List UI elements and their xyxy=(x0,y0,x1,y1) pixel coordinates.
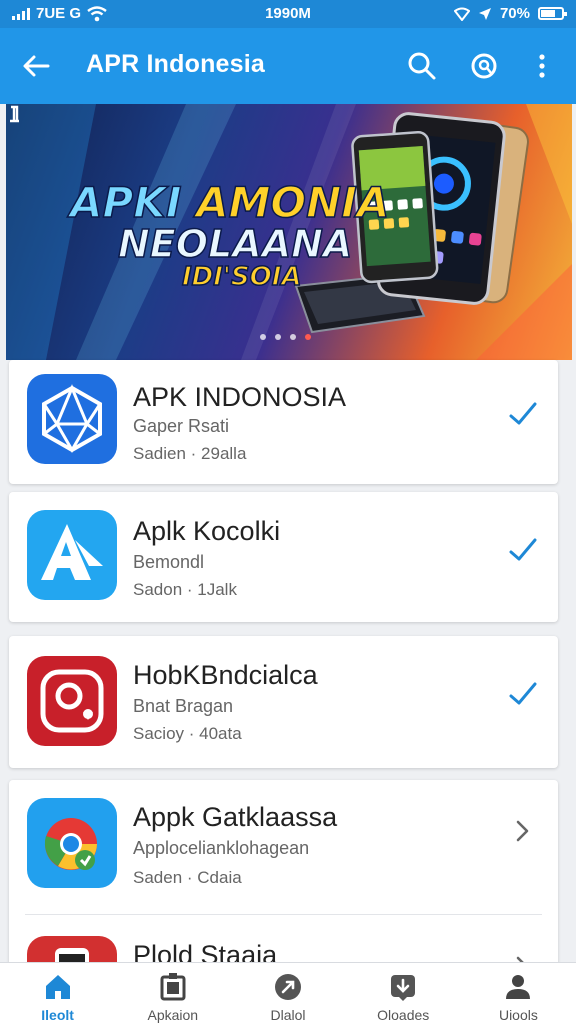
nav-downloads[interactable]: Oloades xyxy=(346,963,461,1024)
nav-apps[interactable]: Apkaion xyxy=(115,963,230,1024)
status-bar: 7UE G 1990M 70% xyxy=(0,0,576,28)
app-meta: Sadon · 1Jalk xyxy=(133,580,237,599)
app-subtitle: Bemondl xyxy=(133,552,205,572)
banner-info-icon[interactable] xyxy=(6,104,24,124)
app-name: Aplk Kocolki xyxy=(133,516,281,546)
more-vert-icon[interactable] xyxy=(522,46,562,86)
list-item[interactable]: APK INDONOSIA Gaper Rsati Sadien · 29all… xyxy=(9,360,558,484)
download-icon xyxy=(391,975,416,1001)
page-title: APR Indonesia xyxy=(86,50,266,78)
nav-label: Uiools xyxy=(498,1007,538,1023)
check-icon[interactable] xyxy=(506,396,540,430)
wifi-small-icon xyxy=(453,7,470,21)
nav-profile[interactable]: Uiools xyxy=(461,963,576,1024)
bottom-nav: Ileolt Apkaion Dlalol Oloades Uiools xyxy=(0,962,576,1024)
divider xyxy=(25,914,542,915)
app-subtitle: Applocelianklohagean xyxy=(133,838,310,858)
carousel-dot[interactable] xyxy=(305,334,311,340)
carousel-dot[interactable] xyxy=(290,334,296,340)
status-right: 70% xyxy=(453,5,567,22)
app-icon-polyhedron xyxy=(27,374,117,464)
app-meta: Saden · Cdaia xyxy=(133,868,242,887)
app-icon-badge xyxy=(27,656,117,746)
carousel-dots[interactable] xyxy=(260,334,311,340)
chevron-right-icon[interactable] xyxy=(506,814,540,848)
app-icon-browser xyxy=(27,798,117,888)
location-icon xyxy=(478,7,491,20)
battery-icon xyxy=(538,7,567,20)
list-item[interactable]: Appk Gatklaassa Applocelianklohagean Sad… xyxy=(9,780,558,1024)
banner-headline-1: APKI AMONIA xyxy=(69,177,390,228)
nav-label: Apkaion xyxy=(147,1007,199,1023)
app-subtitle: Bnat Bragan xyxy=(133,696,234,716)
carousel-dot[interactable] xyxy=(275,334,281,340)
app-meta: Sacioy · 40ata xyxy=(133,724,242,743)
carousel-dot[interactable] xyxy=(260,334,266,340)
nav-label: Ileolt xyxy=(41,1007,74,1023)
update-icon xyxy=(275,974,301,1000)
banner-word-1: APKI xyxy=(69,177,197,228)
battery-percent: 70% xyxy=(499,5,530,22)
app-name: APK INDONOSIA xyxy=(133,382,347,412)
nav-home[interactable]: Ileolt xyxy=(0,963,115,1024)
banner-headline-3: IDI'SOIA xyxy=(181,261,302,293)
search-icon[interactable] xyxy=(402,46,442,86)
banner-word-2: AMONIA xyxy=(195,177,390,228)
app-meta: Sadien · 29alla xyxy=(133,444,247,463)
back-arrow-icon[interactable] xyxy=(18,48,54,84)
apps-icon xyxy=(160,973,186,1001)
app-name: Appk Gatklaassa xyxy=(133,802,338,832)
list-item[interactable]: Aplk Kocolki Bemondl Sadon · 1Jalk xyxy=(9,492,558,622)
profile-icon xyxy=(506,975,531,999)
lens-icon[interactable] xyxy=(464,46,504,86)
list-item[interactable]: HobKBndcialca Bnat Bragan Sacioy · 40ata xyxy=(9,636,558,768)
promo-banner[interactable]: APKI AMONIA NEOLAANA IDI'SOIA xyxy=(6,104,572,360)
app-icon-letter-a xyxy=(27,510,117,600)
nav-updates[interactable]: Dlalol xyxy=(230,963,345,1024)
check-icon[interactable] xyxy=(506,676,540,710)
app-name: HobKBndcialca xyxy=(133,660,318,690)
check-icon[interactable] xyxy=(506,532,540,566)
nav-label: Oloades xyxy=(377,1007,430,1023)
app-bar: APR Indonesia xyxy=(0,28,576,104)
home-icon xyxy=(45,975,70,999)
battery-fill xyxy=(541,10,555,17)
banner-headline-2: NEOLAANA xyxy=(117,221,353,267)
app-subtitle: Gaper Rsati xyxy=(133,416,230,436)
nav-label: Dlalol xyxy=(270,1007,306,1023)
